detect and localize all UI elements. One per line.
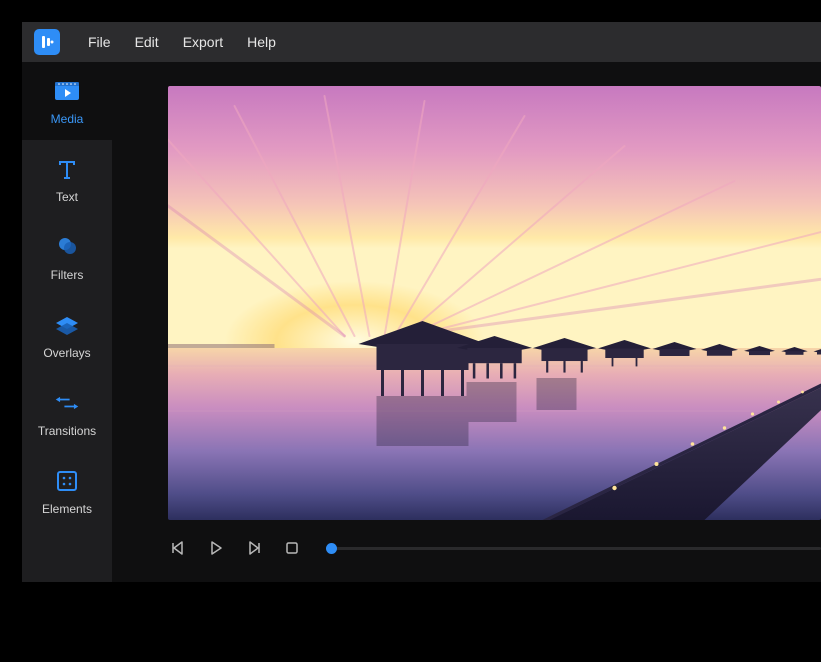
sidebar-item-label: Elements: [42, 502, 92, 516]
main-area: [112, 62, 821, 582]
sidebar-item-overlays[interactable]: Overlays: [22, 296, 112, 374]
sidebar: Media Text Filters Overlays: [22, 62, 112, 582]
sidebar-item-label: Media: [51, 112, 84, 126]
overlays-icon: [54, 312, 80, 338]
sidebar-item-elements[interactable]: Elements: [22, 452, 112, 530]
sidebar-item-filters[interactable]: Filters: [22, 218, 112, 296]
playhead-handle[interactable]: [326, 543, 337, 554]
menu-export[interactable]: Export: [183, 34, 223, 50]
sidebar-item-text[interactable]: Text: [22, 140, 112, 218]
menu-file[interactable]: File: [88, 34, 111, 50]
sidebar-item-label: Text: [56, 190, 78, 204]
next-frame-button[interactable]: [244, 538, 264, 558]
sidebar-item-label: Transitions: [38, 424, 96, 438]
video-preview[interactable]: [168, 86, 821, 520]
elements-icon: [54, 468, 80, 494]
body: Media Text Filters Overlays: [22, 62, 821, 582]
sidebar-item-label: Overlays: [43, 346, 90, 360]
timeline-scrubber[interactable]: [326, 547, 821, 550]
play-button[interactable]: [206, 538, 226, 558]
app-window: File Edit Export Help Media Text: [22, 22, 821, 582]
filters-icon: [54, 234, 80, 260]
stop-button[interactable]: [282, 538, 302, 558]
prev-frame-button[interactable]: [168, 538, 188, 558]
menu-help[interactable]: Help: [247, 34, 276, 50]
text-icon: [54, 156, 80, 182]
sidebar-item-media[interactable]: Media: [22, 62, 112, 140]
menubar: File Edit Export Help: [22, 22, 821, 62]
transport-controls: [168, 534, 821, 562]
sidebar-item-transitions[interactable]: Transitions: [22, 374, 112, 452]
media-icon: [54, 78, 80, 104]
menu-edit[interactable]: Edit: [135, 34, 159, 50]
app-logo-icon: [34, 29, 60, 55]
sidebar-item-label: Filters: [51, 268, 84, 282]
transitions-icon: [54, 390, 80, 416]
